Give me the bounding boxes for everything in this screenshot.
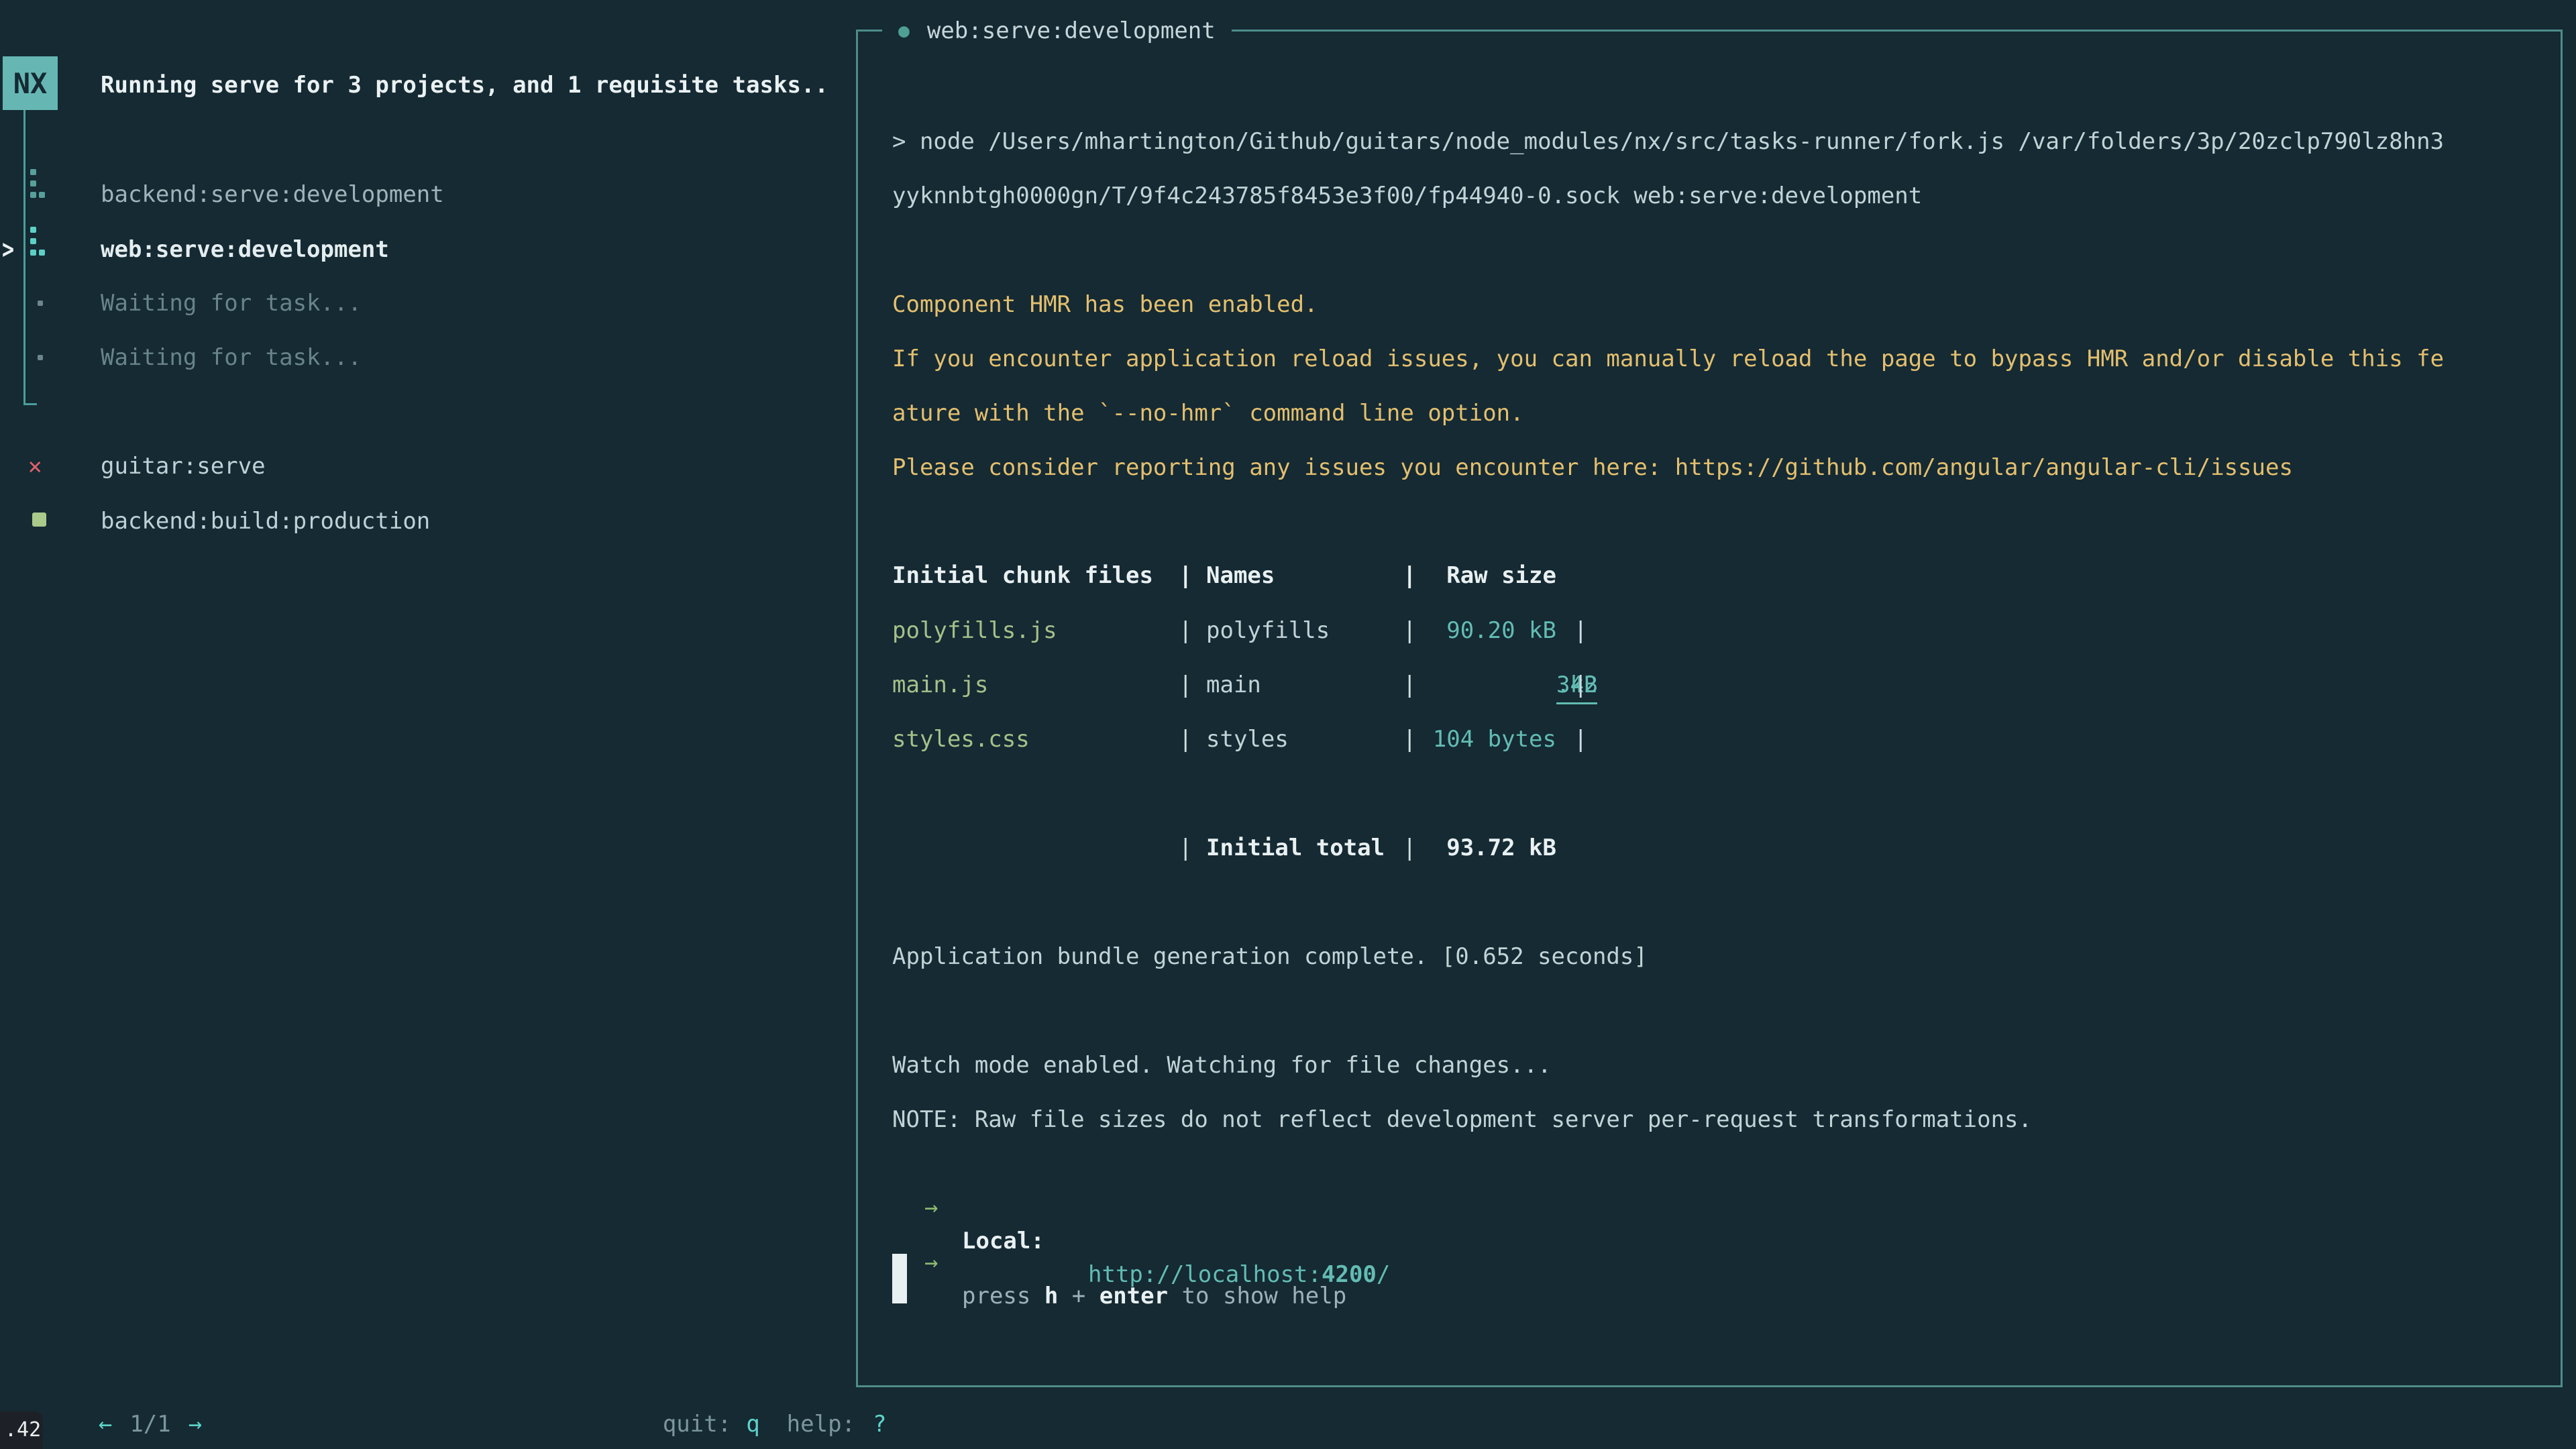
- table-divider: |: [1179, 559, 1192, 592]
- table-total-row: | Initial total | 93.72 kB: [892, 831, 2561, 865]
- table-divider: |: [1574, 668, 1587, 702]
- sidebar-item-backend-serve[interactable]: backend:serve:development: [101, 178, 444, 211]
- sidebar-item-waiting-1: Waiting for task...: [101, 286, 362, 320]
- help-label: help:: [787, 1411, 855, 1438]
- task-tree-connector: [23, 110, 25, 405]
- chunk-file: styles.css: [892, 722, 1030, 756]
- sidebar-item-web-serve[interactable]: web:serve:development: [101, 233, 389, 266]
- keybinding-hints: quit:qhelp:?: [580, 1374, 887, 1407]
- hmr-warning-line-2: If you encounter application reload issu…: [892, 342, 2444, 376]
- task-tree-connector-foot: [23, 403, 37, 405]
- sidebar-item-waiting-2: Waiting for task...: [101, 341, 362, 374]
- success-square-icon: [32, 513, 46, 527]
- table-row: styles.css | styles | 104 bytes |: [892, 722, 2561, 756]
- terminal-overlay-badge: .42: [0, 1411, 43, 1449]
- bundle-complete-message: Application bundle generation complete. …: [892, 940, 1648, 973]
- table-divider: |: [1179, 614, 1192, 647]
- terminal-cursor: [892, 1254, 907, 1303]
- chunk-name: polyfills: [1206, 614, 1330, 647]
- run-summary-title: Running serve for 3 projects, and 1 requ…: [101, 68, 828, 102]
- chunk-table-header: Initial chunk files | Names | Raw size: [892, 559, 2561, 592]
- sidebar-item-guitar-serve[interactable]: guitar:serve: [101, 449, 266, 483]
- task-output-panel: ● web:serve:development > node /Users/mh…: [856, 30, 2563, 1387]
- table-divider: |: [1179, 668, 1192, 702]
- failed-x-icon: ✕: [28, 449, 42, 483]
- panel-header: ● web:serve:development: [882, 13, 1232, 49]
- hmr-warning-line-4: Please consider reporting any issues you…: [892, 451, 2293, 484]
- nx-logo: NX: [3, 56, 58, 110]
- hmr-warning-line-3: ature with the `--no-hmr` command line o…: [892, 396, 1524, 430]
- table-row: main.js | main | 3.42 kB |: [892, 668, 2561, 702]
- chunk-file: main.js: [892, 668, 988, 702]
- table-divider: |: [1179, 831, 1192, 865]
- col-header-names: Names: [1206, 559, 1275, 592]
- terminal-screen: NX Running serve for 3 projects, and 1 r…: [0, 0, 2576, 1449]
- col-header-files: Initial chunk files: [892, 559, 1153, 592]
- total-label: Initial total: [1206, 831, 1385, 865]
- watch-mode-message: Watch mode enabled. Watching for file ch…: [892, 1049, 1552, 1082]
- help-hint-line: → press h + enter to show help: [858, 1212, 2561, 1246]
- panel-title: web:serve:development: [927, 13, 1216, 49]
- help-key: ?: [873, 1411, 886, 1438]
- selected-task-caret: >: [2, 233, 14, 266]
- sidebar-item-backend-build[interactable]: backend:build:production: [101, 504, 430, 538]
- command-line-2: yyknnbtgh0000gn/T/9f4c243785f8453e3f00/f…: [892, 179, 1922, 213]
- table-divider: |: [1179, 722, 1192, 756]
- note-message: NOTE: Raw file sizes do not reflect deve…: [892, 1103, 2032, 1136]
- arrow-right-icon: →: [924, 1246, 938, 1279]
- table-divider: |: [1403, 668, 1416, 702]
- table-row: polyfills.js | polyfills | 90.20 kB |: [892, 614, 2561, 647]
- chunk-file: polyfills.js: [892, 614, 1057, 647]
- chunk-name: styles: [1206, 722, 1289, 756]
- press-help-hint: press h + enter to show help: [962, 1279, 1346, 1313]
- col-header-raw-size: Raw size: [1409, 559, 1556, 592]
- chunk-name: main: [1206, 668, 1261, 702]
- spinner-icon: [30, 227, 47, 258]
- pager-label: 1/1: [129, 1411, 170, 1438]
- hmr-warning-line-1: Component HMR has been enabled.: [892, 288, 1318, 321]
- total-size: 93.72 kB: [1409, 831, 1556, 865]
- pending-dot-icon: [38, 301, 43, 306]
- pager-next-arrow-icon[interactable]: →: [189, 1411, 202, 1438]
- table-divider: |: [1574, 614, 1587, 647]
- quit-key: q: [746, 1411, 759, 1438]
- running-bullet-icon: ●: [898, 13, 910, 49]
- pager-prev-arrow-icon[interactable]: ←: [99, 1411, 112, 1438]
- pager: ←1/1→: [16, 1374, 202, 1407]
- pending-dot-icon: [38, 355, 43, 360]
- chunk-size: 104 bytes: [1409, 722, 1556, 756]
- local-url-line: → Local: http://localhost:4200/: [858, 1157, 2561, 1191]
- spinner-icon: [30, 169, 47, 200]
- quit-label: quit:: [663, 1411, 731, 1438]
- table-divider: |: [1574, 722, 1587, 756]
- chunk-size: 90.20 kB: [1409, 614, 1556, 647]
- command-line-1: > node /Users/mhartington/Github/guitars…: [892, 125, 2444, 158]
